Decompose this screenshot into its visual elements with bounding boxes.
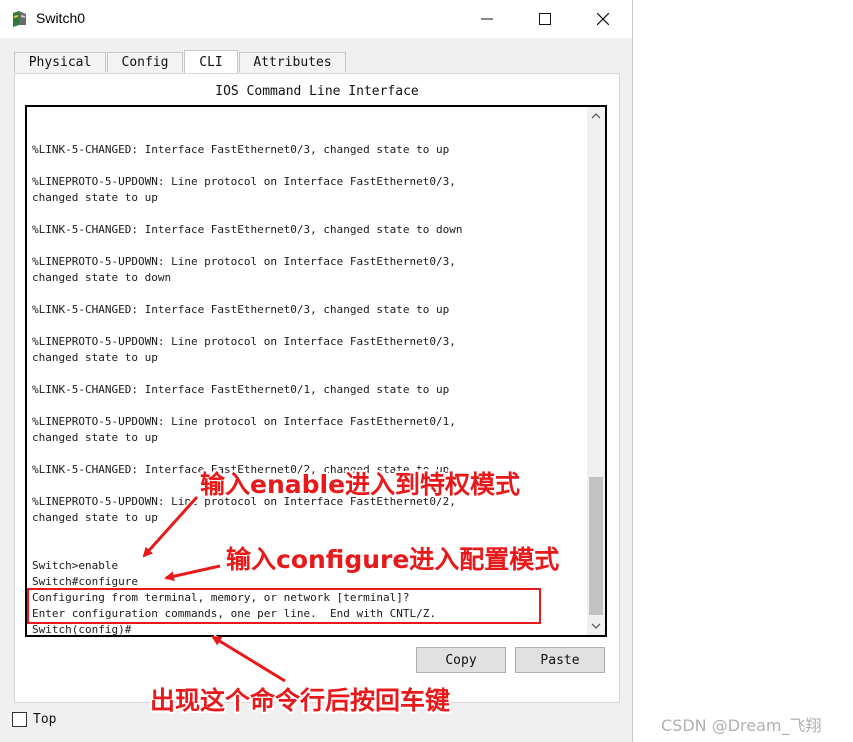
terminal-line: %LINEPROTO-5-UPDOWN: Line protocol on In… — [32, 255, 456, 268]
tab-cli[interactable]: CLI — [184, 50, 238, 74]
chevron-up-icon — [591, 113, 601, 119]
close-icon — [597, 13, 609, 25]
terminal-line: %LINK-5-CHANGED: Interface FastEthernet0… — [32, 143, 450, 156]
window-title: Switch0 — [36, 10, 86, 26]
paste-button[interactable]: Paste — [515, 647, 605, 673]
terminal-line: changed state to up — [32, 351, 158, 364]
title-bar[interactable]: Switch0 — [0, 0, 632, 38]
watermark: CSDN @Dream_飞翔 — [661, 716, 822, 735]
terminal-scrollbar[interactable] — [587, 107, 605, 635]
minimize-icon — [481, 18, 493, 20]
terminal-line: changed state to up — [32, 431, 158, 444]
terminal-line: changed state to up — [32, 511, 158, 524]
annotation-enable: 输入enable进入到特权模式 — [200, 470, 521, 499]
panel-title: IOS Command Line Interface — [215, 84, 419, 99]
scroll-up-button[interactable] — [587, 107, 605, 125]
switch-device-icon — [13, 11, 26, 27]
terminal-line: Switch(config)# — [32, 623, 132, 636]
highlight-box — [27, 588, 541, 624]
close-button[interactable] — [574, 0, 632, 38]
terminal-line: changed state to up — [32, 191, 158, 204]
terminal-line: %LINEPROTO-5-UPDOWN: Line protocol on In… — [32, 335, 456, 348]
tab-config[interactable]: Config — [107, 52, 183, 72]
cli-window: Switch0 Physical Config CLI Attributes I… — [0, 0, 633, 742]
annotation-configure: 输入configure进入配置模式 — [226, 545, 560, 574]
maximize-button[interactable] — [516, 0, 574, 38]
minimize-button[interactable] — [458, 0, 516, 38]
terminal-line: %LINEPROTO-5-UPDOWN: Line protocol on In… — [32, 175, 456, 188]
terminal-line: %LINK-5-CHANGED: Interface FastEthernet0… — [32, 223, 463, 236]
top-checkbox-label: Top — [33, 712, 57, 727]
terminal-line: %LINEPROTO-5-UPDOWN: Line protocol on In… — [32, 415, 456, 428]
terminal-line: %LINK-5-CHANGED: Interface FastEthernet0… — [32, 383, 450, 396]
copy-button[interactable]: Copy — [416, 647, 506, 673]
terminal-line: changed state to down — [32, 271, 172, 284]
scroll-down-button[interactable] — [587, 617, 605, 635]
tab-attributes[interactable]: Attributes — [239, 52, 346, 72]
terminal-line: %LINK-5-CHANGED: Interface FastEthernet0… — [32, 303, 450, 316]
top-checkbox[interactable] — [12, 712, 27, 727]
maximize-icon — [539, 13, 551, 25]
tab-physical[interactable]: Physical — [14, 52, 106, 72]
chevron-down-icon — [591, 623, 601, 629]
scroll-thumb[interactable] — [589, 477, 603, 615]
annotation-enter: 出现这个命令行后按回车键 — [150, 686, 451, 715]
